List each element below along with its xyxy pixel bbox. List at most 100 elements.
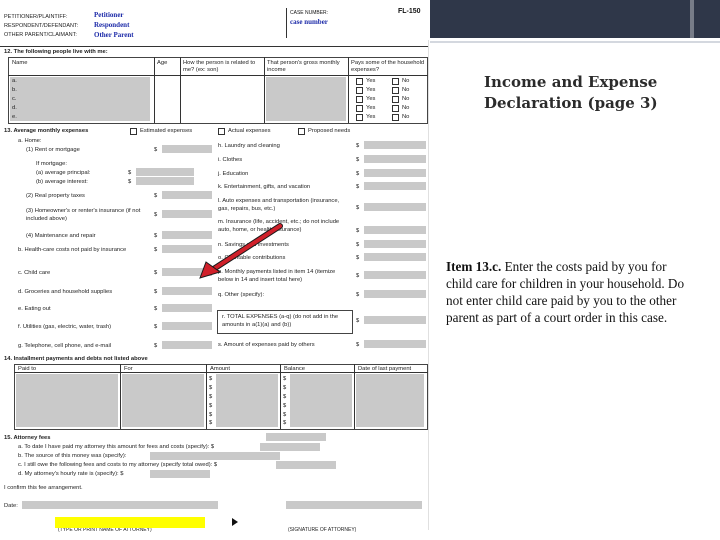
attorney-fees-paid: a. To date I have paid my attorney this … xyxy=(18,444,215,450)
item12-col-sep xyxy=(264,57,265,123)
yes-label: Yes xyxy=(366,96,376,102)
item12-title: 12. The following people live with me: xyxy=(4,49,108,55)
item14-balance-redacted xyxy=(290,374,352,427)
currency-sign: $ xyxy=(356,255,360,261)
currency-sign: $ xyxy=(154,193,158,199)
date-label: Date: xyxy=(4,503,18,509)
item12-col-name: Name xyxy=(12,60,28,66)
currency-sign: $ xyxy=(154,247,158,253)
item12-names-redacted xyxy=(10,77,150,121)
amount-redacted xyxy=(136,168,194,176)
item14-col-sep xyxy=(354,364,355,429)
currency-sign: $ xyxy=(154,289,158,295)
highlight-bar xyxy=(55,517,205,528)
instruction-text: Item 13.c. Enter the costs paid by you f… xyxy=(446,258,696,326)
currency-sign: $ xyxy=(356,228,360,234)
item14-col-sep xyxy=(206,364,207,429)
currency-sign: $ xyxy=(154,343,158,349)
expense-health: b. Health-care costs not paid by insuran… xyxy=(18,247,127,253)
item12-row-d: d. xyxy=(12,105,17,111)
yes-checkbox xyxy=(356,78,363,85)
item12-col-age: Age xyxy=(157,60,168,66)
currency-sign: $ xyxy=(356,171,360,177)
currency-sign: $ xyxy=(356,143,360,149)
expense-home: a. Home: xyxy=(18,138,42,144)
item14-col-for: For xyxy=(124,366,133,372)
attorney-signature-caption: (SIGNATURE OF ATTORNEY) xyxy=(288,527,357,533)
currency-sign: $ xyxy=(209,376,213,382)
form-edge xyxy=(428,40,429,530)
amount-redacted xyxy=(364,155,426,163)
item14-date-redacted xyxy=(356,374,424,427)
currency-sign: $ xyxy=(154,212,158,218)
amount-redacted xyxy=(162,322,212,330)
currency-sign: $ xyxy=(283,403,287,409)
expense-rent: (1) Rent or mortgage xyxy=(26,147,80,153)
currency-sign: $ xyxy=(154,233,158,239)
currency-sign: $ xyxy=(209,385,213,391)
expense-interest: (b) average interest: xyxy=(36,179,88,185)
attorney-fee-redacted xyxy=(150,470,210,478)
currency-sign: $ xyxy=(356,205,360,211)
item14-title: 14. Installment payments and debts not l… xyxy=(4,356,148,362)
item12-col-sep xyxy=(180,57,181,123)
item12-col-relation: How the person is related to me? (ex: so… xyxy=(183,60,256,73)
expenses-paid-by-others: s. Amount of expenses paid by others xyxy=(218,342,315,348)
proposed-checkbox xyxy=(298,128,305,135)
respondent-value: Respondent xyxy=(94,21,130,29)
currency-sign: $ xyxy=(356,242,360,248)
yes-checkbox xyxy=(356,114,363,121)
respondent-label: RESPONDENT/DEFENDANT: xyxy=(4,23,79,29)
currency-sign: $ xyxy=(356,318,360,324)
item14-col-balance: Balance xyxy=(284,366,305,372)
no-checkbox xyxy=(392,105,399,112)
amount-redacted xyxy=(364,203,426,211)
currency-sign: $ xyxy=(154,324,158,330)
currency-sign: $ xyxy=(356,184,360,190)
total-expenses-box xyxy=(217,310,353,334)
attorney-fee-redacted xyxy=(276,461,336,469)
petitioner-label: PETITIONER/PLAINTIFF: xyxy=(4,14,68,20)
item14-amount-redacted xyxy=(216,374,278,427)
amount-redacted xyxy=(136,177,194,185)
currency-sign: $ xyxy=(209,394,213,400)
amount-redacted xyxy=(162,341,212,349)
case-number-label: CASE NUMBER: xyxy=(290,10,329,16)
no-label: No xyxy=(402,87,410,93)
expense-other: q. Other (specify): xyxy=(218,292,265,298)
expense-principal: (a) average principal: xyxy=(36,170,91,176)
date-redacted xyxy=(22,501,218,509)
amount-redacted xyxy=(162,210,212,218)
currency-sign: $ xyxy=(356,273,360,279)
amount-redacted xyxy=(364,240,426,248)
amount-redacted xyxy=(364,253,426,261)
yes-checkbox xyxy=(356,96,363,103)
item14-col-amount: Amount xyxy=(210,366,230,372)
item15-title: 15. Attorney fees xyxy=(4,435,51,441)
no-checkbox xyxy=(392,96,399,103)
attorney-fees-owed: c. I still owe the following fees and co… xyxy=(18,462,218,468)
item12-row-b: b. xyxy=(12,87,17,93)
header-accent xyxy=(690,0,694,38)
amount-redacted xyxy=(162,191,212,199)
petitioner-value: Petitioner xyxy=(94,11,124,19)
amount-redacted xyxy=(364,290,426,298)
currency-sign: $ xyxy=(283,412,287,418)
estimated-label: Estimated expenses xyxy=(140,128,193,134)
item14-for-redacted xyxy=(122,374,204,427)
expense-entertainment: k. Entertainment, gifts, and vacation xyxy=(218,184,311,190)
item14-paid-to-redacted xyxy=(16,374,118,427)
expense-eating-out: e. Eating out xyxy=(18,306,51,312)
slide-title: Income and Expense Declaration (page 3) xyxy=(484,73,658,112)
estimated-checkbox xyxy=(130,128,137,135)
currency-sign: $ xyxy=(154,306,158,312)
expense-laundry: h. Laundry and cleaning xyxy=(218,143,280,149)
item12-row-c: c. xyxy=(12,96,17,102)
form-code: FL-150 xyxy=(398,8,421,15)
yes-label: Yes xyxy=(366,114,376,120)
signature-redacted xyxy=(286,501,422,509)
item12-col-pays: Pays some of the household expenses? xyxy=(351,60,425,73)
proposed-label: Proposed needs xyxy=(308,128,351,134)
currency-sign: $ xyxy=(209,403,213,409)
currency-sign: $ xyxy=(209,412,213,418)
